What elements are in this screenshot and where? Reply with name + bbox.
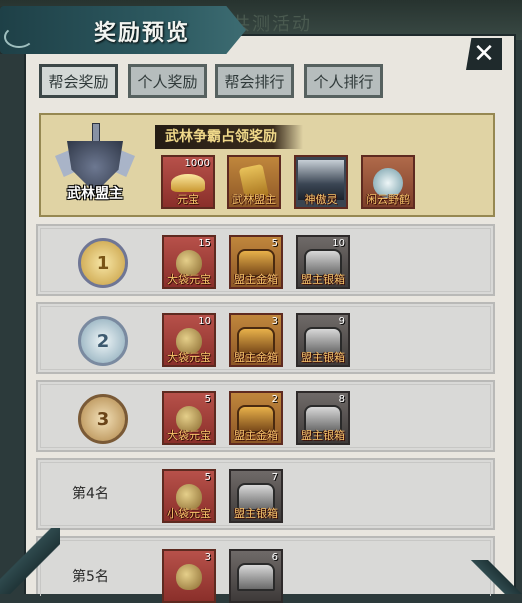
item-count: 6 — [271, 552, 278, 563]
title-banner: 奖励预览 — [0, 6, 246, 54]
rank-row-5: 第5名 3 6 — [36, 536, 495, 603]
alliance-leader-emblem-icon: 武林盟主 — [55, 123, 135, 211]
item-count: 10 — [332, 238, 345, 249]
tab-guild-ranking[interactable]: 帮会排行 — [215, 64, 294, 98]
item-count: 5 — [204, 472, 211, 483]
rank-label: 第4名 — [72, 486, 109, 502]
reward-item-silver-chest[interactable]: 10 盟主银箱 — [296, 235, 350, 289]
item-count: 2 — [271, 394, 278, 405]
reward-item-silver-chest[interactable]: 7 盟主银箱 — [229, 469, 283, 523]
rank-row-4: 第4名 5 小袋元宝 7 盟主银箱 — [36, 458, 495, 530]
item-count: 3 — [271, 316, 278, 327]
item-count: 5 — [204, 394, 211, 405]
reward-item-big-money-bag[interactable]: 5 大袋元宝 — [162, 391, 216, 445]
emblem-label: 武林盟主 — [67, 186, 123, 202]
tab-personal-rewards[interactable]: 个人奖励 — [128, 64, 207, 98]
cloud-swirl-icon — [4, 26, 34, 48]
reward-item-silver-chest[interactable]: 6 — [229, 549, 283, 603]
item-name: 盟主银箱 — [301, 273, 345, 286]
rank-row-3: 3 5 大袋元宝 2 盟主金箱 8 盟主银箱 — [36, 380, 495, 452]
rank-2-medal-icon: 2 — [78, 316, 128, 366]
item-count: 1000 — [184, 158, 210, 169]
item-name: 大袋元宝 — [167, 273, 211, 286]
item-count: 10 — [198, 316, 211, 327]
item-count: 15 — [198, 238, 211, 249]
item-name: 武林盟主 — [232, 193, 276, 206]
reward-item-money-bag[interactable]: 3 — [162, 549, 216, 603]
tab-personal-ranking[interactable]: 个人排行 — [304, 64, 383, 98]
item-count: 8 — [338, 394, 345, 405]
rank-3-medal-icon: 3 — [78, 394, 128, 444]
item-name: 盟主金箱 — [234, 429, 278, 442]
ink-brush-decoration — [0, 528, 60, 594]
reward-item-gold-chest[interactable]: 2 盟主金箱 — [229, 391, 283, 445]
item-name: 大袋元宝 — [167, 429, 211, 442]
item-count: 5 — [271, 238, 278, 249]
rank-label: 第5名 — [72, 569, 109, 585]
item-count: 9 — [338, 316, 345, 327]
reward-item-title-token[interactable]: 武林盟主 — [227, 155, 281, 209]
item-name: 闲云野鹤 — [366, 193, 410, 206]
reward-item-gold-ingot[interactable]: 1000 元宝 — [161, 155, 215, 209]
reward-item-big-money-bag[interactable]: 15 大袋元宝 — [162, 235, 216, 289]
reward-item-gold-chest[interactable]: 3 盟主金箱 — [229, 313, 283, 367]
item-name: 大袋元宝 — [167, 351, 211, 364]
reward-item-crane[interactable]: 闲云野鹤 — [361, 155, 415, 209]
reward-item-silver-chest[interactable]: 9 盟主银箱 — [296, 313, 350, 367]
item-name: 小袋元宝 — [167, 507, 211, 520]
reward-item-silver-chest[interactable]: 8 盟主银箱 — [296, 391, 350, 445]
item-name: 盟主金箱 — [234, 273, 278, 286]
reward-item-portrait[interactable]: 神傲灵 — [294, 155, 348, 209]
rank-row-2: 2 10 大袋元宝 3 盟主金箱 9 盟主银箱 — [36, 302, 495, 374]
tab-guild-rewards[interactable]: 帮会奖励 — [39, 64, 118, 98]
reward-item-big-money-bag[interactable]: 10 大袋元宝 — [162, 313, 216, 367]
silver-chest-icon — [237, 563, 275, 591]
item-name: 盟主金箱 — [234, 351, 278, 364]
reward-item-gold-chest[interactable]: 5 盟主金箱 — [229, 235, 283, 289]
item-name: 盟主银箱 — [301, 429, 345, 442]
item-count: 3 — [204, 552, 211, 563]
occupation-reward-card: 武林盟主 武林争霸占领奖励 1000 元宝 武林盟主 神傲灵 闲云野鹤 — [39, 113, 495, 217]
rank-row-1: 1 15 大袋元宝 5 盟主金箱 10 盟主银箱 — [36, 224, 495, 296]
close-button[interactable]: ✕ — [466, 38, 502, 70]
rank-1-medal-icon: 1 — [78, 238, 128, 288]
close-icon: ✕ — [473, 39, 495, 69]
item-count: 7 — [271, 472, 278, 483]
page-title: 奖励预览 — [94, 21, 191, 46]
item-name: 盟主银箱 — [301, 351, 345, 364]
ink-brush-decoration — [470, 560, 522, 594]
item-name: 元宝 — [177, 193, 199, 206]
money-bag-icon — [176, 564, 202, 590]
item-name: 神傲灵 — [304, 193, 338, 206]
reward-title: 武林争霸占领奖励 — [155, 125, 303, 149]
item-name: 盟主银箱 — [234, 507, 278, 520]
reward-item-small-money-bag[interactable]: 5 小袋元宝 — [162, 469, 216, 523]
gold-ingot-icon — [171, 174, 205, 192]
